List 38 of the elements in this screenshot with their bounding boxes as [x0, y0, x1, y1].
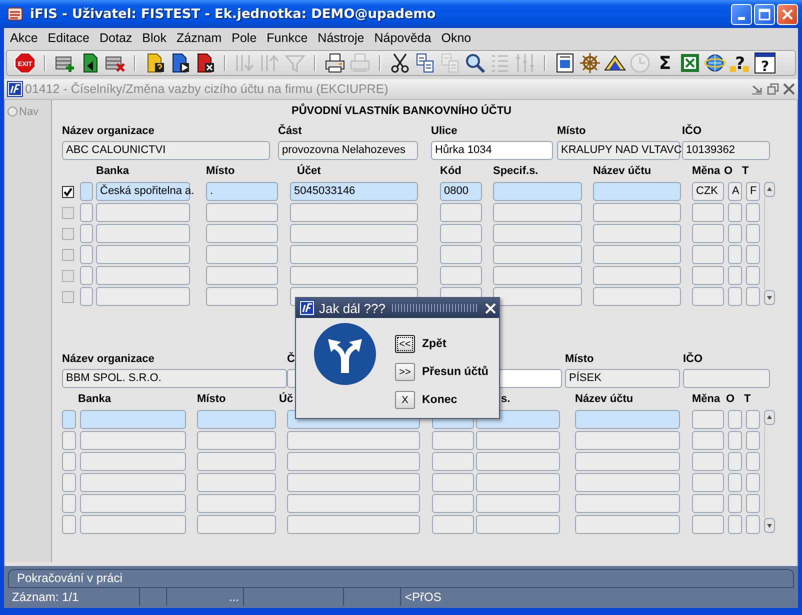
- field-label: Č: [287, 352, 295, 366]
- column-header: Kód: [440, 164, 462, 178]
- column-header: Banka: [78, 392, 112, 406]
- column-header: Místo: [206, 164, 235, 178]
- column-header: Název účtu: [593, 164, 652, 178]
- field-label: Název organizace: [62, 124, 154, 138]
- button-label: Zpět: [422, 338, 446, 350]
- status-text: ...: [228, 590, 239, 604]
- column-header: O: [724, 164, 733, 178]
- status-text: <PřOS: [405, 590, 442, 604]
- button-label: Přesun účtů: [422, 366, 488, 378]
- column-header: Banka: [96, 164, 130, 178]
- field-label: Místo: [565, 352, 594, 366]
- column-header: s.: [501, 392, 510, 406]
- field-label: Ulice: [431, 124, 458, 138]
- column-header: Název účtu: [575, 392, 634, 406]
- dialog-title: Jak dál ???: [319, 300, 386, 316]
- field-label: IČO: [682, 124, 702, 138]
- section-heading: PŮVODNÍ VLASTNÍK BANKOVNÍHO ÚČTU: [290, 104, 512, 118]
- column-header: Měna: [692, 392, 720, 406]
- column-header: O: [726, 392, 735, 406]
- column-header: T: [744, 392, 751, 406]
- record-counter: Záznam: 1/1: [12, 590, 79, 604]
- column-header: Specif.s.: [493, 164, 538, 178]
- column-header: Místo: [197, 392, 226, 406]
- status-message: Pokračování v práci: [8, 569, 794, 588]
- window-title: iFIS - Uživatel: FISTEST - Ek.jednotka: DEMO@upademo: [30, 6, 437, 22]
- column-header: T: [742, 164, 749, 178]
- column-header: Úč: [279, 392, 294, 406]
- column-header: Měna: [692, 164, 720, 178]
- form-title: 01412 - Číselníky/Změna vazby cizího účtu na firmu (EKCIUPRE): [25, 82, 390, 96]
- field-label: Část: [278, 124, 302, 138]
- column-header: Účet: [297, 164, 321, 178]
- radio-label: Nav: [19, 106, 39, 118]
- field-label: Místo: [557, 124, 586, 138]
- field-label: Název organizace: [62, 352, 154, 366]
- field-label: IČO: [683, 352, 703, 366]
- button-label: Konec: [422, 394, 458, 406]
